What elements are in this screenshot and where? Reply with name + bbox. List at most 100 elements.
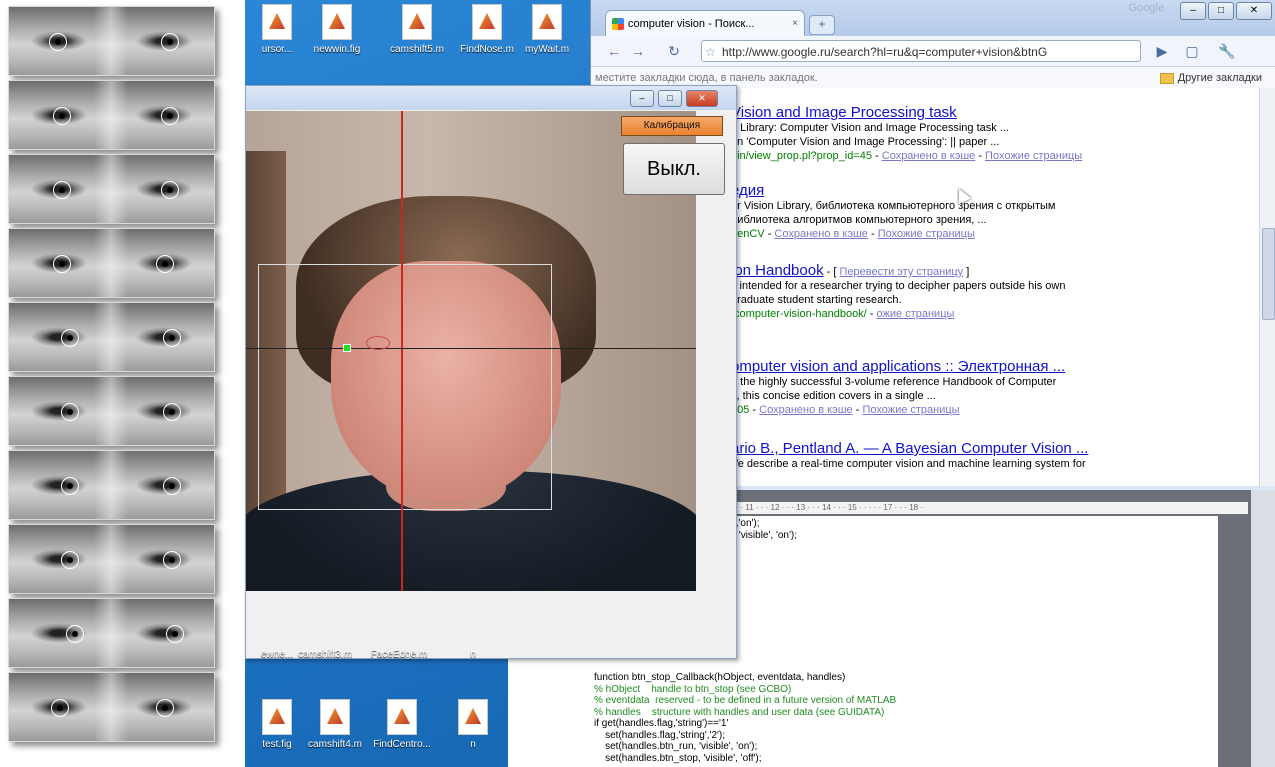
- code-line: % eventdata reserved - to be defined in …: [594, 695, 897, 706]
- search-result: ario B., Pentland A. — A Bayesian Comput…: [731, 440, 1088, 471]
- minimize-button[interactable]: –: [1180, 2, 1206, 20]
- other-bookmarks[interactable]: Другие закладки: [1160, 67, 1262, 89]
- tab-search[interactable]: computer vision - Поиск... ×: [605, 10, 805, 36]
- translate-link[interactable]: Перевести эту страницу: [839, 266, 963, 278]
- pupil-marker-left: [66, 625, 84, 643]
- browser-toolbar: ← → ↻ ☆ http://www.google.ru/search?hl=r…: [591, 36, 1275, 67]
- code-line: % hObject handle to btn_stop (see GCBO): [594, 683, 792, 695]
- code-line: set(handles.btn_run, 'visible', 'on');: [594, 741, 758, 752]
- pupil-marker-left: [53, 255, 71, 273]
- file-icon: [472, 4, 502, 40]
- minimize-button[interactable]: –: [630, 90, 654, 107]
- google-label: Google: [1128, 2, 1164, 14]
- result-title-link[interactable]: ario B., Pentland A. — A Bayesian Comput…: [731, 440, 1088, 457]
- pupil-marker-right: [163, 477, 181, 495]
- file-icon: [322, 4, 352, 40]
- tab-title: computer vision - Поиск...: [628, 18, 755, 30]
- result-snippet: Ve describe a real-time computer vision …: [731, 458, 1086, 470]
- pupil-marker-right: [156, 699, 174, 717]
- matlab-figure-window: – □ ✕ Калибрация Выкл.: [245, 85, 737, 659]
- close-window-button[interactable]: ✕: [1236, 2, 1272, 20]
- desktop-icon[interactable]: FaceEdge.m: [367, 649, 431, 667]
- file-icon: [262, 4, 292, 40]
- code-line: set(handles.flag,'string','2');: [594, 729, 726, 741]
- eye-tracking-strip: [0, 0, 245, 767]
- pupil-marker-left: [61, 477, 79, 495]
- result-meta: /computer-vision-handbook/ - ожие страни…: [731, 308, 955, 320]
- search-result: ion Handbook - [ Перевести эту страницу …: [731, 262, 1066, 320]
- similar-pages-link[interactable]: ожие страницы: [877, 308, 955, 320]
- browser-scrollbar[interactable]: [1259, 88, 1275, 486]
- new-tab-button[interactable]: +: [809, 15, 835, 35]
- eye-tile: [8, 302, 215, 372]
- editor-scrollbar[interactable]: [1251, 490, 1275, 767]
- tracking-point: [343, 344, 351, 352]
- play-icon[interactable]: ▶: [1151, 41, 1173, 61]
- code-line: function btn_stop_Callback(hObject, even…: [594, 672, 846, 683]
- desktop-icon[interactable]: camshift3.m: [293, 649, 357, 667]
- eye-tile: [8, 524, 215, 594]
- desktop-icon[interactable]: FindCentro...: [370, 695, 434, 767]
- file-icon: [532, 4, 562, 40]
- similar-pages-link[interactable]: Похожие страницы: [878, 228, 975, 240]
- cached-link[interactable]: Сохранено в кэше: [882, 150, 976, 162]
- code-line: set(handles.btn_stop, 'visible', 'off');: [594, 752, 762, 764]
- desktop-icon[interactable]: myWait.m: [515, 0, 579, 72]
- result-title-link[interactable]: ion Handbook: [731, 262, 824, 279]
- result-snippet: s, this concise edition covers in a sing…: [731, 390, 936, 402]
- result-title-link[interactable]: omputer vision and applications :: Элект…: [731, 358, 1065, 375]
- desktop-icon[interactable]: camshift4.m: [303, 695, 367, 767]
- search-result: omputer vision and applications :: Элект…: [731, 358, 1065, 417]
- result-snippet: on 'Computer Vision and Image Processing…: [731, 136, 1000, 148]
- horizontal-guide-line: [246, 348, 696, 349]
- similar-pages-link[interactable]: Похожие страницы: [985, 150, 1082, 162]
- face-detection-box: [258, 264, 552, 510]
- desktop-icons-bottom: ewne... camshift3.m FaceEdge.m n test.fig cam…: [245, 649, 508, 767]
- pupil-marker-left: [61, 329, 79, 347]
- desktop-icon[interactable]: test.fig: [245, 695, 309, 767]
- result-meta: 305 - Сохранено в кэше - Похожие страниц…: [731, 404, 960, 416]
- vertical-guide-line: [401, 111, 403, 591]
- close-tab-icon[interactable]: ×: [792, 11, 798, 37]
- similar-pages-link[interactable]: Похожие страницы: [862, 404, 959, 416]
- result-snippet: y intended for a researcher trying to de…: [731, 280, 1066, 292]
- calibrate-button[interactable]: Калибрация: [621, 116, 723, 136]
- url-text: http://www.google.ru/search?hl=ru&q=comp…: [722, 45, 1048, 59]
- cached-link[interactable]: Сохранено в кэше: [759, 404, 853, 416]
- desktop-icon[interactable]: n: [441, 649, 505, 667]
- cached-link[interactable]: Сохранено в кэше: [774, 228, 868, 240]
- result-snippet: b Library: Computer Vision and Image Pro…: [731, 122, 1009, 134]
- off-button[interactable]: Выкл.: [623, 143, 725, 195]
- pupil-marker-left: [53, 181, 71, 199]
- browser-titlebar: computer vision - Поиск... × + Google – …: [591, 0, 1275, 36]
- forward-icon[interactable]: →: [627, 41, 649, 61]
- figure-titlebar: – □ ✕: [246, 86, 736, 110]
- desktop-icon[interactable]: FindNose.m: [455, 0, 519, 72]
- file-icon: [262, 699, 292, 735]
- google-favicon-icon: [612, 18, 624, 30]
- back-icon[interactable]: ←: [603, 41, 625, 61]
- maximize-button[interactable]: □: [658, 90, 682, 107]
- address-bar[interactable]: ☆ http://www.google.ru/search?hl=ru&q=co…: [701, 40, 1141, 62]
- page-menu-icon[interactable]: ▢: [1181, 41, 1203, 61]
- result-title-link[interactable]: Vision and Image Processing task: [731, 104, 957, 121]
- desktop-icon[interactable]: n: [441, 695, 505, 767]
- result-url: bin/view_prop.pl?prop_id=45: [731, 150, 872, 162]
- eye-tile: [8, 450, 215, 520]
- reload-icon[interactable]: ↻: [663, 41, 685, 61]
- tracked-eye-marker: [366, 336, 390, 350]
- search-result: Vision and Image Processing task b Librar…: [731, 104, 1082, 163]
- desktop-icon[interactable]: camshift5.m: [385, 0, 449, 72]
- pupil-marker-right: [161, 33, 179, 51]
- desktop-icon[interactable]: newwin.fig: [305, 0, 369, 72]
- maximize-button[interactable]: □: [1208, 2, 1234, 20]
- pupil-marker-right: [166, 625, 184, 643]
- file-icon: [458, 699, 488, 735]
- pupil-marker-right: [163, 403, 181, 421]
- scroll-thumb[interactable]: [1262, 228, 1275, 320]
- eye-tile: [8, 376, 215, 446]
- wrench-icon[interactable]: 🔧: [1216, 41, 1238, 61]
- star-icon[interactable]: ☆: [705, 41, 716, 61]
- desktop-icon[interactable]: ursor...: [245, 0, 309, 72]
- close-button[interactable]: ✕: [686, 90, 718, 107]
